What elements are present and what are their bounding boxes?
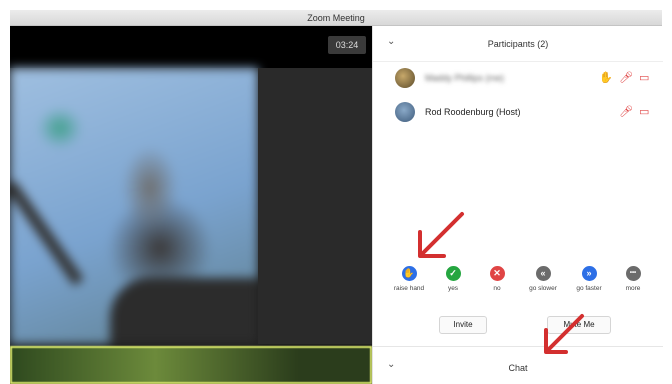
- video-off-icon[interactable]: ▭: [639, 105, 649, 118]
- participant-name: Maddy Phillips (me): [425, 73, 505, 83]
- mic-muted-icon[interactable]: 🎤︎: [619, 71, 633, 84]
- raised-hand-icon: ✋: [599, 72, 613, 84]
- raise-hand-icon: ✋: [401, 266, 417, 281]
- go-faster-button[interactable]: » go faster: [569, 266, 609, 292]
- yes-button[interactable]: ✓ yes: [433, 266, 473, 292]
- reaction-label: raise hand: [393, 285, 425, 292]
- more-button[interactable]: ••• more: [613, 266, 653, 292]
- rewind-icon: «: [535, 266, 551, 281]
- video-top-bar: 03:24: [10, 26, 372, 68]
- self-view-thumbnail[interactable]: [10, 346, 372, 384]
- avatar: [395, 102, 415, 122]
- x-icon: ✕: [489, 266, 505, 281]
- chat-title: Chat: [508, 363, 528, 373]
- reaction-label: yes: [447, 285, 459, 292]
- mic-muted-icon[interactable]: 🎤︎: [619, 105, 633, 118]
- video-dark-region: [258, 68, 372, 344]
- raise-hand-button[interactable]: ✋ raise hand: [389, 266, 429, 292]
- meeting-timer: 03:24: [328, 36, 366, 54]
- window-title: Zoom Meeting: [10, 10, 662, 26]
- participant-shoulders: [110, 278, 258, 344]
- annotation-arrow-raise-hand: [418, 212, 464, 258]
- zoom-window: Zoom Meeting 03:24 ⌄ Participants (2) Ma…: [0, 0, 672, 384]
- participants-header: ⌄ Participants (2): [373, 26, 663, 62]
- participant-name: Rod Roodenburg (Host): [425, 107, 521, 117]
- reaction-label: more: [625, 285, 641, 292]
- invite-button[interactable]: Invite: [439, 316, 487, 334]
- fast-forward-icon: »: [581, 266, 597, 281]
- participant-row[interactable]: Maddy Phillips (me) ✋ 🎤︎ ▭: [395, 68, 663, 90]
- reactions-bar: ✋ raise hand ✓ yes ✕ no « go slower » go…: [373, 266, 663, 306]
- check-icon: ✓: [445, 266, 461, 281]
- more-icon: •••: [625, 266, 641, 281]
- chat-header: ⌄ Chat: [373, 346, 663, 384]
- no-button[interactable]: ✕ no: [477, 266, 517, 292]
- reaction-label: no: [493, 285, 501, 292]
- participants-panel: ⌄ Participants (2) Maddy Phillips (me) ✋…: [372, 26, 663, 384]
- video-off-icon[interactable]: ▭: [639, 71, 649, 84]
- reaction-label: go faster: [576, 285, 602, 292]
- background-pole: [10, 180, 84, 286]
- participant-row[interactable]: Rod Roodenburg (Host) 🎤︎ ▭: [395, 102, 663, 124]
- annotation-arrow-chat: [544, 314, 584, 354]
- video-area: 03:24: [10, 26, 372, 384]
- participants-title: Participants (2): [487, 39, 549, 49]
- avatar: [395, 68, 415, 88]
- go-slower-button[interactable]: « go slower: [523, 266, 563, 292]
- participant-video: [10, 68, 258, 344]
- reaction-label: go slower: [529, 285, 557, 292]
